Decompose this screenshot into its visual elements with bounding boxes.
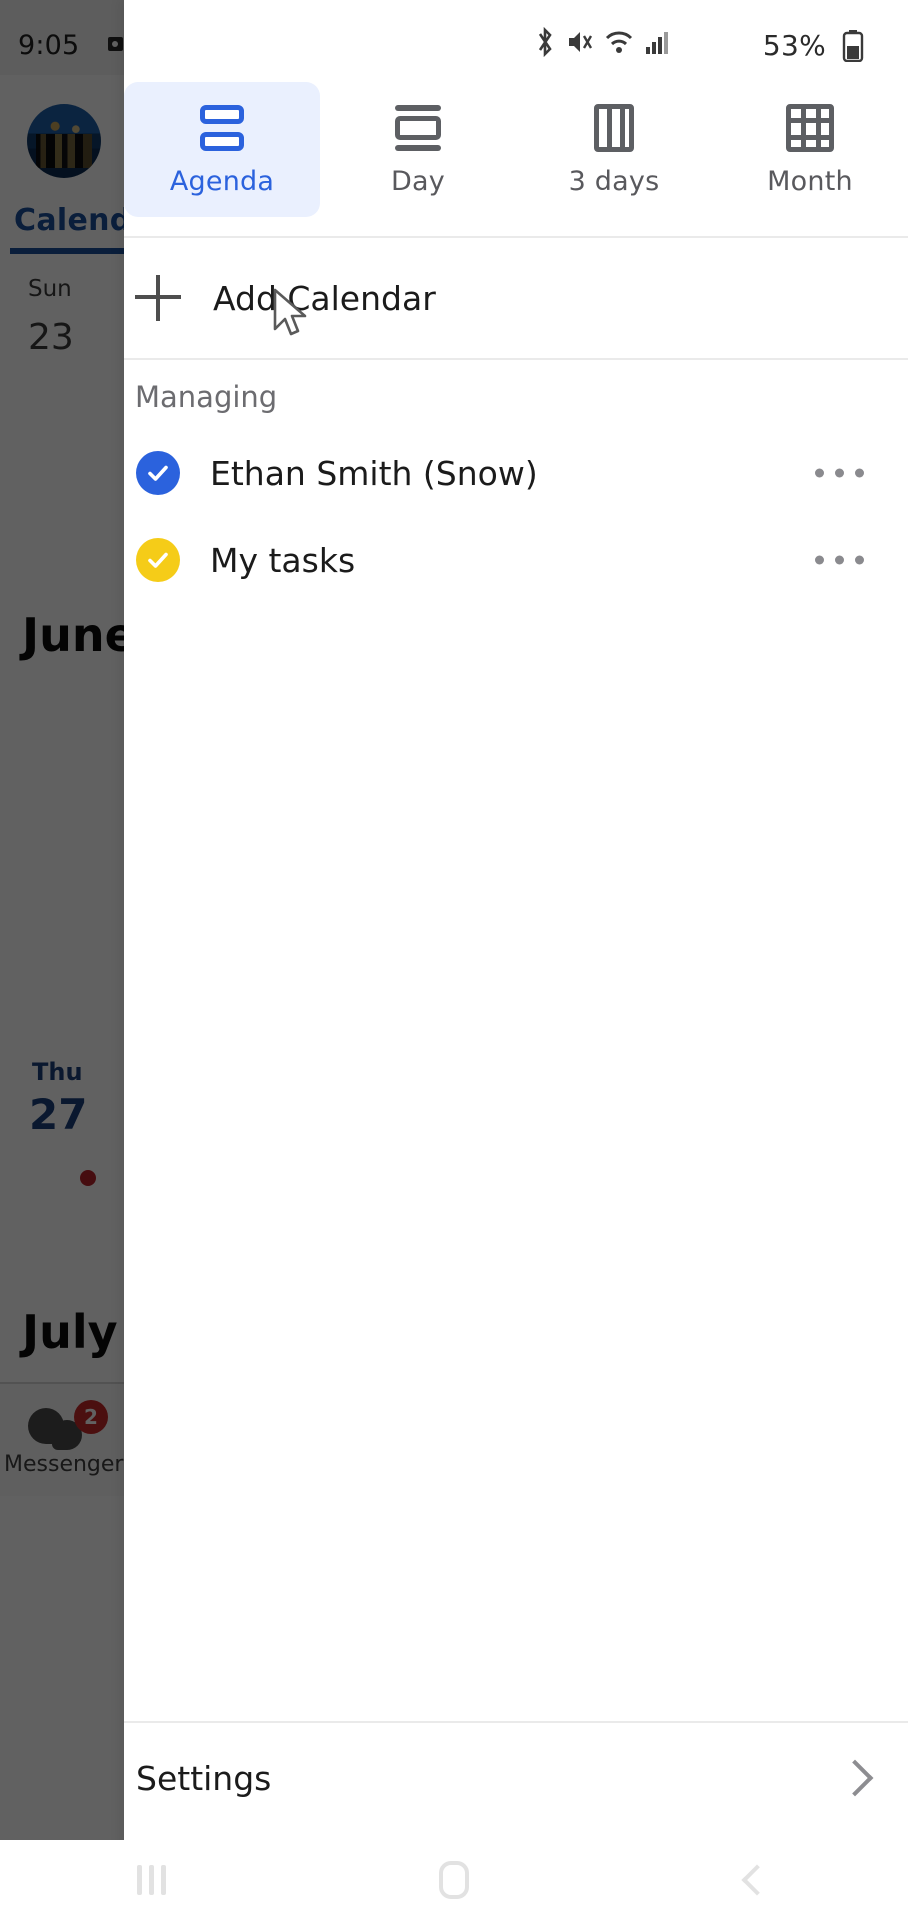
- android-nav-bar: [0, 1840, 908, 1920]
- agenda-view-icon: [193, 102, 251, 154]
- recents-icon[interactable]: [106, 1850, 196, 1910]
- background-clock: 9:05: [18, 30, 80, 61]
- month-view-icon: [781, 102, 839, 154]
- messenger-badge: 2: [74, 1400, 108, 1434]
- background-divider: [0, 1382, 124, 1384]
- app-screen: 9:05 Calendar Sun 23 June Thu 27 July 2: [0, 0, 908, 1920]
- background-second-day-number: 27: [29, 1090, 88, 1139]
- tab-3days-label: 3 days: [568, 166, 660, 197]
- wifi-icon: [604, 29, 634, 59]
- signal-icon: [645, 29, 671, 59]
- tab-agenda-label: Agenda: [169, 166, 275, 197]
- background-day-number: 23: [28, 317, 74, 358]
- calendar-row-ethan-smith[interactable]: Ethan Smith (Snow): [124, 430, 908, 516]
- add-calendar-button[interactable]: Add Calendar: [124, 238, 908, 358]
- background-month-heading-june: June: [22, 608, 136, 662]
- tab-month[interactable]: Month: [712, 82, 908, 217]
- avatar[interactable]: [27, 104, 101, 178]
- checkbox-checked-icon[interactable]: [136, 451, 180, 495]
- settings-button[interactable]: Settings: [124, 1723, 908, 1833]
- background-tab-underline: [10, 248, 130, 254]
- chevron-right-icon: [836, 1759, 874, 1797]
- tab-day[interactable]: Day: [320, 82, 516, 217]
- three-days-view-icon: [585, 102, 643, 154]
- bluetooth-icon: [534, 26, 556, 61]
- background-second-day-label: Thu: [32, 1058, 83, 1086]
- home-icon[interactable]: [409, 1850, 499, 1910]
- day-view-icon: [389, 102, 447, 154]
- view-mode-tabs: Agenda Day 3 days Month: [124, 82, 908, 237]
- tab-day-label: Day: [391, 166, 445, 197]
- status-bar: 53%: [124, 0, 908, 75]
- divider-below-add-calendar: [124, 358, 908, 360]
- background-day-label: Sun: [28, 276, 72, 302]
- calendar-row-my-tasks[interactable]: My tasks: [124, 517, 908, 603]
- messenger-icon[interactable]: 2: [28, 1400, 108, 1450]
- mute-icon: [567, 28, 593, 60]
- calendar-name: Ethan Smith (Snow): [210, 453, 538, 493]
- back-icon[interactable]: [712, 1850, 802, 1910]
- tab-3days[interactable]: 3 days: [516, 82, 712, 217]
- calendar-name: My tasks: [210, 540, 356, 580]
- add-calendar-label: Add Calendar: [213, 278, 436, 318]
- messenger-label: Messenger: [4, 1452, 124, 1477]
- background-month-heading-july: July: [22, 1305, 118, 1359]
- tab-month-label: Month: [767, 166, 853, 197]
- status-bar-icons: [534, 26, 671, 61]
- battery-percent-label: 53%: [762, 29, 826, 62]
- calendar-drawer-panel: 53% Agenda Day 3 days Month Add Calendar…: [124, 0, 908, 1920]
- checkbox-checked-icon[interactable]: [136, 538, 180, 582]
- battery-icon: [842, 30, 864, 63]
- event-dot-marker: [80, 1170, 96, 1186]
- overflow-menu-icon[interactable]: [809, 455, 870, 492]
- overflow-menu-icon[interactable]: [809, 542, 870, 579]
- settings-label: Settings: [136, 1758, 272, 1798]
- plus-icon: [135, 275, 181, 321]
- tab-agenda[interactable]: Agenda: [124, 82, 320, 217]
- background-visible-strip: 9:05 Calendar Sun 23 June Thu 27 July 2: [0, 0, 167, 1920]
- managing-section-title: Managing: [135, 380, 278, 414]
